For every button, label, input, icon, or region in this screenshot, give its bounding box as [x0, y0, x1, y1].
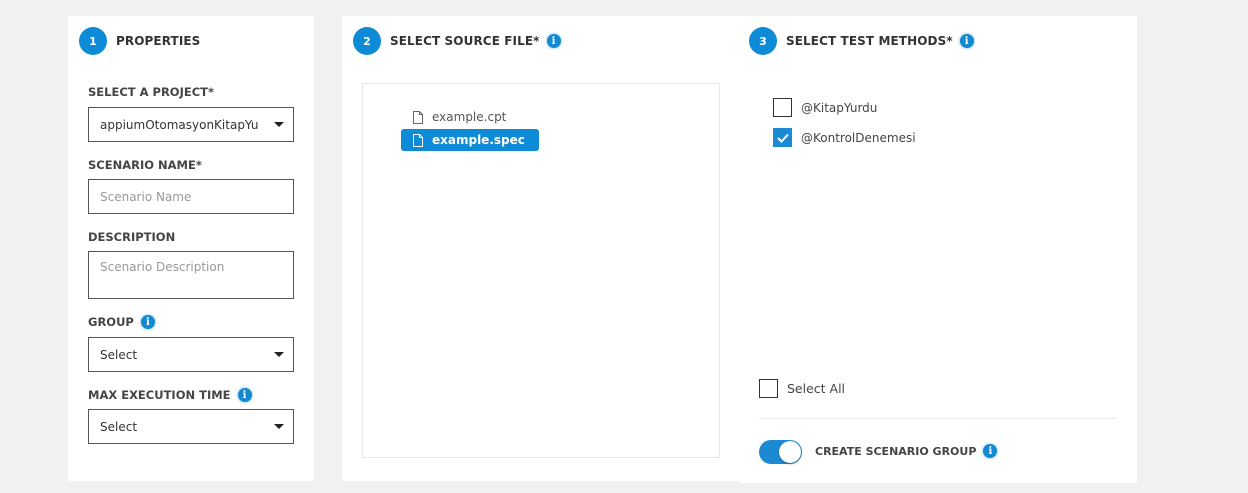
- file-icon: [413, 110, 423, 124]
- test-methods-header: 3 SELECT TEST METHODS* i: [749, 27, 974, 55]
- chevron-down-icon: [274, 351, 284, 357]
- check-icon: [776, 133, 789, 143]
- scenario-name-input[interactable]: Scenario Name: [88, 179, 294, 214]
- test-methods-panel: 3 SELECT TEST METHODS* i @KitapYurdu @Ko…: [740, 16, 1137, 483]
- method-checkbox-kontroldenemesi[interactable]: @KontrolDenemesi: [773, 128, 916, 147]
- project-select-value: appiumOtomasyonKitapYu: [100, 117, 259, 132]
- info-icon[interactable]: i: [140, 315, 155, 329]
- create-scenario-group-label: CREATE SCENARIO GROUP i: [815, 442, 998, 460]
- properties-header: 1 PROPERTIES: [79, 27, 200, 55]
- description-textarea[interactable]: Scenario Description: [88, 251, 294, 299]
- file-name: example.cpt: [432, 110, 507, 124]
- group-select-value: Select: [100, 347, 138, 362]
- source-file-title: SELECT SOURCE FILE*: [390, 34, 540, 48]
- description-label: DESCRIPTION: [88, 230, 176, 244]
- method-checkbox-kitapyurdu[interactable]: @KitapYurdu: [773, 98, 877, 117]
- step-number-3: 3: [749, 27, 777, 55]
- project-select[interactable]: appiumOtomasyonKitapYu: [88, 107, 294, 142]
- file-name: example.spec: [432, 133, 525, 147]
- create-scenario-group-text: CREATE SCENARIO GROUP: [815, 444, 977, 458]
- select-all-checkbox[interactable]: Select All: [759, 379, 845, 398]
- chevron-down-icon: [274, 423, 284, 429]
- divider: [759, 418, 1116, 419]
- file-item-example-cpt[interactable]: example.cpt: [401, 106, 520, 128]
- chevron-down-icon: [274, 121, 284, 127]
- source-file-tree: example.cpt example.spec: [362, 83, 720, 458]
- create-scenario-group-toggle[interactable]: [759, 440, 802, 464]
- step-number-1: 1: [79, 27, 107, 55]
- test-methods-title: SELECT TEST METHODS*: [786, 34, 953, 48]
- group-select[interactable]: Select: [88, 337, 294, 372]
- file-item-example-spec[interactable]: example.spec: [401, 129, 539, 151]
- info-icon[interactable]: i: [546, 34, 561, 48]
- properties-panel: 1 PROPERTIES SELECT A PROJECT* appiumOto…: [68, 16, 314, 481]
- group-label-text: GROUP: [88, 315, 134, 329]
- select-all-label: Select All: [787, 381, 846, 396]
- scenario-name-placeholder: Scenario Name: [100, 189, 192, 204]
- info-icon[interactable]: i: [983, 444, 998, 458]
- checkbox[interactable]: [759, 379, 778, 398]
- description-placeholder: Scenario Description: [100, 260, 225, 274]
- project-label: SELECT A PROJECT*: [88, 85, 215, 99]
- max-execution-time-value: Select: [100, 419, 138, 434]
- properties-title: PROPERTIES: [116, 34, 201, 48]
- info-icon[interactable]: i: [237, 388, 252, 402]
- max-execution-time-label-text: MAX EXECUTION TIME: [88, 388, 231, 402]
- info-icon[interactable]: i: [959, 34, 974, 48]
- scenario-name-label: SCENARIO NAME*: [88, 158, 202, 172]
- max-execution-time-select[interactable]: Select: [88, 409, 294, 444]
- method-label: @KontrolDenemesi: [801, 130, 916, 145]
- source-file-panel: 2 SELECT SOURCE FILE* i example.cpt exam…: [342, 16, 740, 481]
- checkbox-checked[interactable]: [773, 128, 792, 147]
- max-execution-time-label: MAX EXECUTION TIME i: [88, 388, 252, 402]
- group-label: GROUP i: [88, 315, 155, 329]
- source-file-header: 2 SELECT SOURCE FILE* i: [353, 27, 561, 55]
- checkbox[interactable]: [773, 98, 792, 117]
- method-label: @KitapYurdu: [801, 100, 878, 115]
- step-number-2: 2: [353, 27, 381, 55]
- file-icon: [413, 133, 423, 147]
- toggle-knob: [779, 441, 801, 463]
